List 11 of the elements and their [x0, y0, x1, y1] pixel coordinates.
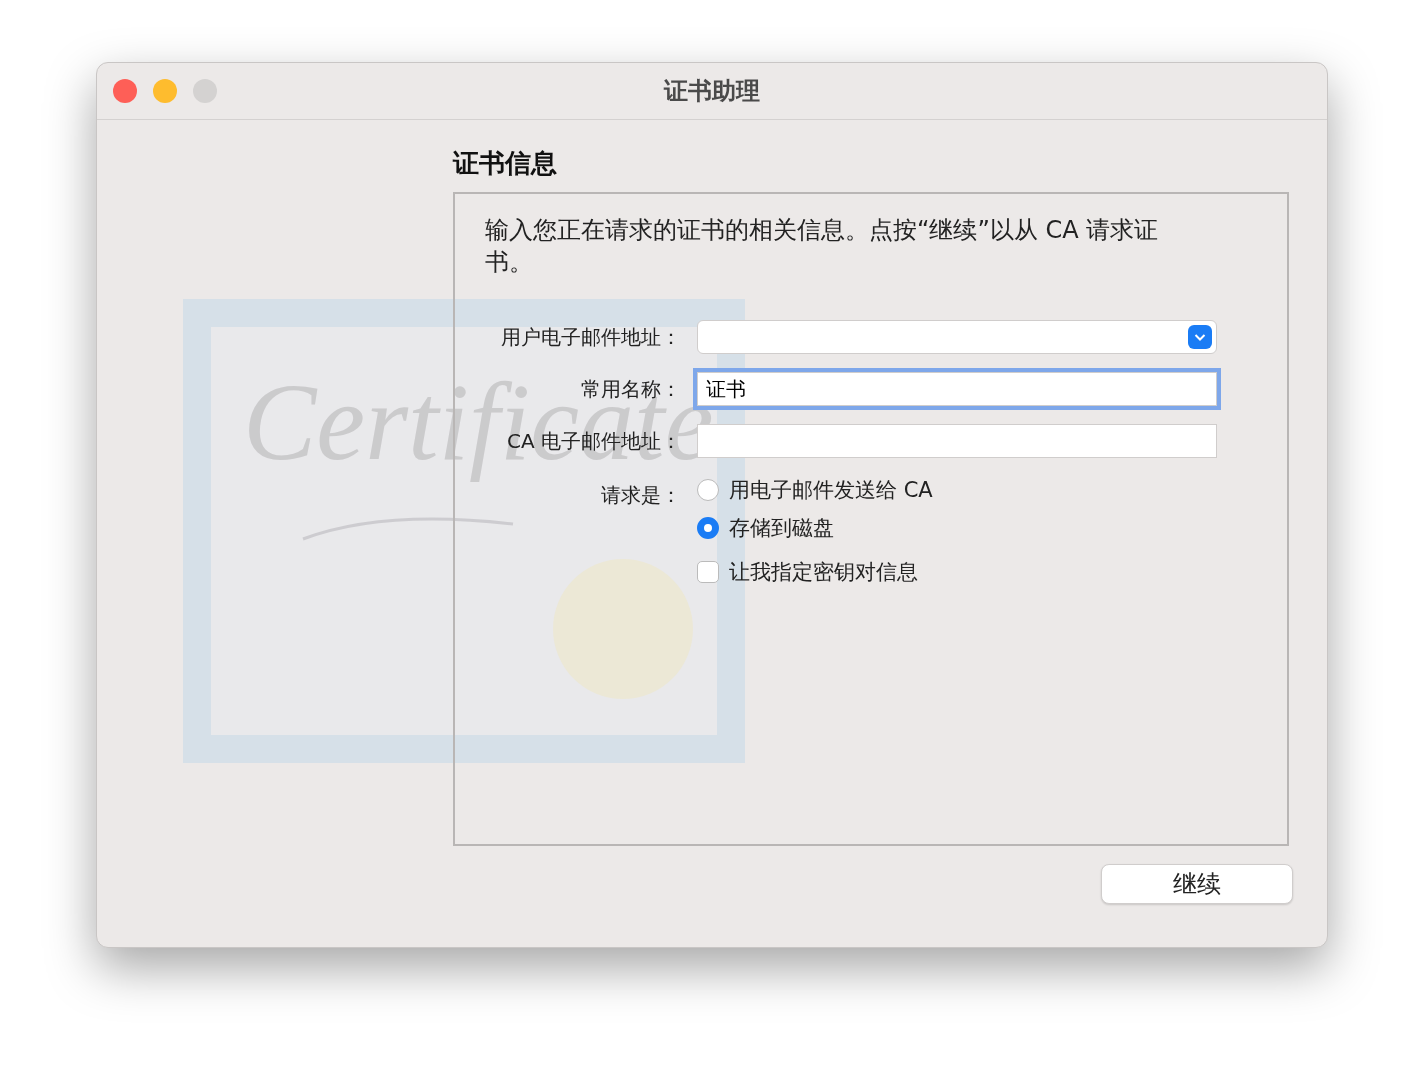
continue-button[interactable]: 继续 [1101, 864, 1293, 904]
email-dropdown[interactable] [697, 320, 1217, 354]
section-title: 证书信息 [453, 147, 558, 180]
intro-text: 输入您正在请求的证书的相关信息。点按“继续”以从 CA 请求证书。 [485, 215, 1160, 278]
minimize-button[interactable] [153, 79, 177, 103]
field-label: 用户电子邮件地址： [500, 323, 681, 351]
close-button[interactable] [113, 79, 137, 103]
chevron-icon [1188, 325, 1212, 349]
checkbox[interactable] [697, 561, 719, 583]
request-label: 请求是： [600, 482, 681, 509]
window-title: 证书助理 [664, 76, 760, 107]
